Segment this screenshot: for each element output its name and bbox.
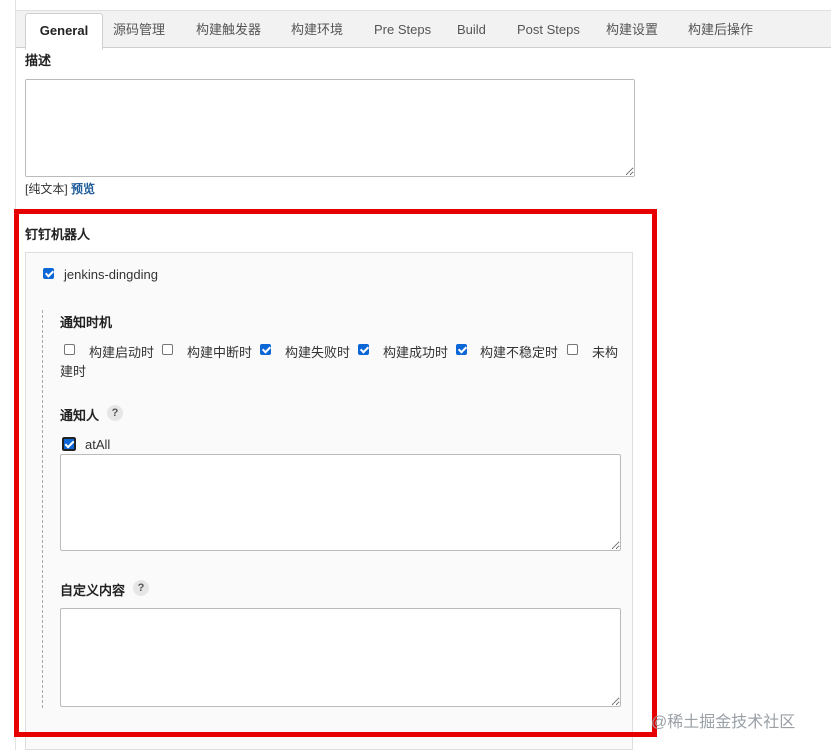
plain-text-label: [纯文本] — [25, 182, 68, 196]
description-textarea[interactable] — [25, 79, 635, 177]
jenkins-config-page: General 源码管理 构建触发器 构建环境 Pre Steps Build … — [0, 0, 831, 750]
at-all-label: atAll — [85, 437, 111, 452]
timing-checkbox-start[interactable] — [64, 344, 75, 355]
timing-label-failure: 构建失败时 — [285, 345, 351, 360]
timing-checkbox-not-built[interactable] — [567, 344, 578, 355]
timing-checkbox-unstable[interactable] — [456, 344, 467, 355]
tab-post-build-actions[interactable]: 构建后操作 — [688, 11, 753, 47]
notify-timing-label: 通知时机 — [60, 315, 113, 330]
tab-general[interactable]: General — [25, 13, 103, 50]
timing-label-not-built-line1: 未构 — [592, 345, 619, 360]
custom-content-textarea[interactable] — [60, 608, 621, 707]
tab-pre-steps[interactable]: Pre Steps — [374, 11, 431, 47]
notify-people-textarea[interactable] — [60, 454, 621, 551]
text-format-row: [纯文本] 预览 — [25, 180, 95, 197]
description-label: 描述 — [25, 53, 52, 68]
watermark: @稀土掘金技术社区 — [651, 714, 796, 731]
config-tab-bar: General 源码管理 构建触发器 构建环境 Pre Steps Build … — [16, 10, 831, 50]
tab-post-steps[interactable]: Post Steps — [517, 11, 580, 47]
at-all-checkbox[interactable] — [61, 436, 77, 452]
timing-label-not-built-line2: 建时 — [60, 364, 87, 379]
tab-build[interactable]: Build — [457, 11, 486, 47]
timing-label-aborted: 构建中断时 — [187, 345, 253, 360]
timing-checkbox-aborted[interactable] — [162, 344, 173, 355]
notify-people-help-icon[interactable]: ? — [107, 405, 123, 421]
dingding-section-title: 钉钉机器人 — [25, 227, 91, 242]
left-divider — [15, 0, 16, 750]
timing-checkbox-failure[interactable] — [260, 344, 271, 355]
preview-link[interactable]: 预览 — [71, 182, 95, 196]
jenkins-dingding-checkbox[interactable] — [43, 268, 54, 279]
custom-content-help-icon[interactable]: ? — [133, 580, 149, 596]
tab-build-settings[interactable]: 构建设置 — [606, 11, 658, 47]
tab-build-triggers[interactable]: 构建触发器 — [196, 11, 261, 47]
timing-label-unstable: 构建不稳定时 — [480, 345, 559, 360]
tab-source-management[interactable]: 源码管理 — [113, 11, 165, 47]
custom-content-label: 自定义内容 — [60, 583, 126, 598]
timing-label-start: 构建启动时 — [89, 345, 155, 360]
jenkins-dingding-label: jenkins-dingding — [64, 267, 158, 282]
timing-checkbox-success[interactable] — [358, 344, 369, 355]
notify-people-label: 通知人 — [60, 408, 100, 423]
tab-build-environment[interactable]: 构建环境 — [291, 11, 343, 47]
timing-label-success: 构建成功时 — [383, 345, 449, 360]
nested-section-rule — [42, 310, 43, 708]
